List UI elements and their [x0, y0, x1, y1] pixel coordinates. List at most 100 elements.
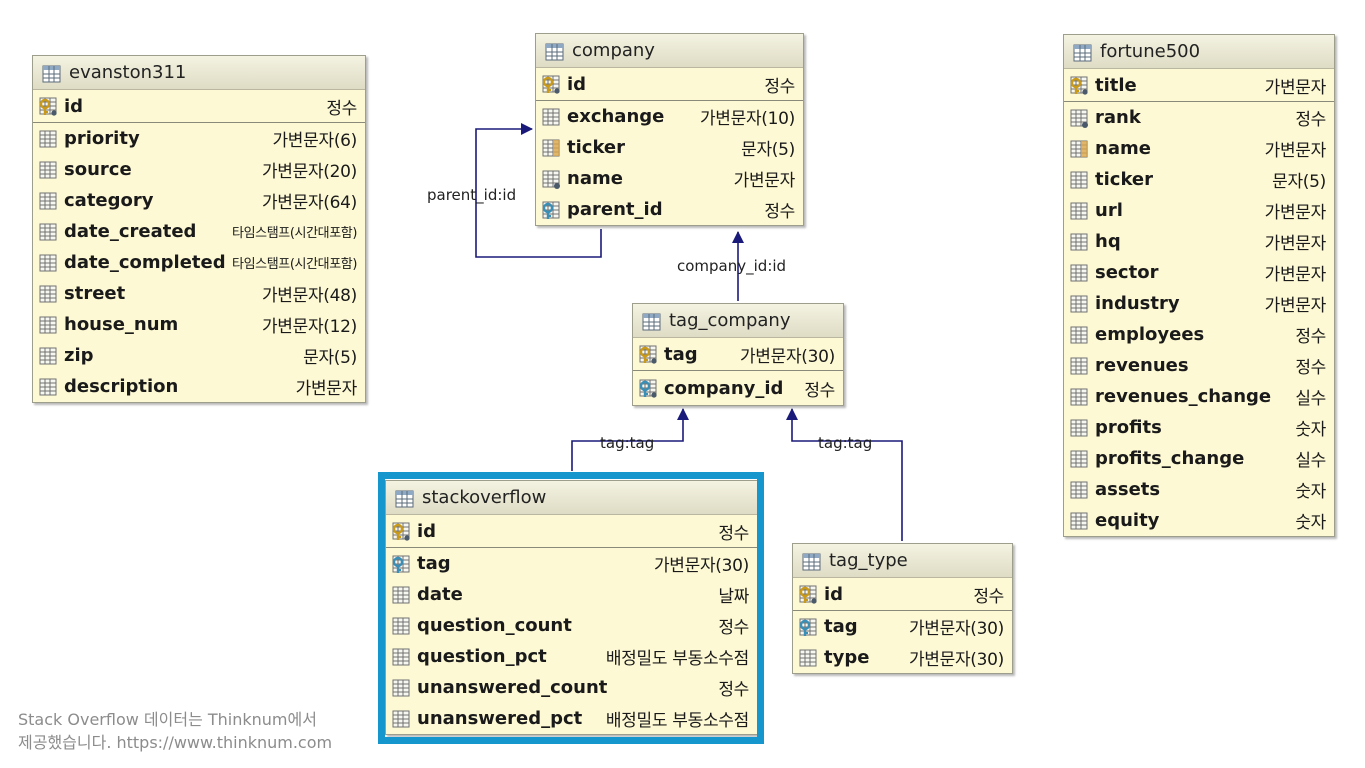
field-name: industry — [1095, 293, 1180, 314]
column-icon — [1069, 293, 1091, 315]
field-type: 가변문자(10) — [699, 109, 795, 129]
field-type: 가변문자 — [1264, 141, 1327, 161]
unique-column-icon — [1069, 138, 1091, 160]
column-icon — [38, 283, 60, 305]
field-name: ticker — [567, 137, 626, 158]
field-type: 숫자 — [1295, 482, 1326, 502]
column-icon — [38, 128, 60, 150]
field-type: 정수 — [764, 202, 795, 222]
footer-credit: Stack Overflow 데이터는 Thinknum에서 제공했습니다. h… — [18, 708, 332, 754]
table-title: fortune500 — [1100, 41, 1201, 62]
field-name: name — [1095, 138, 1151, 159]
field-type: 정수 — [804, 380, 835, 401]
column-icon — [1069, 417, 1091, 439]
field-name: exchange — [567, 106, 665, 127]
highlight-frame — [378, 472, 764, 744]
field-type: 가변문자 — [1264, 296, 1327, 316]
table-evanston311[interactable]: evanston311 id 정수 priority 가변문자(6) source 가… — [32, 55, 366, 403]
field-name: id — [824, 583, 844, 605]
column-icon — [1069, 231, 1091, 253]
tag-right-relation-label: tag:tag — [818, 434, 873, 452]
tagtype-tag-relation-line — [786, 408, 903, 541]
field-type: 숫자 — [1295, 513, 1326, 533]
table-icon — [641, 311, 663, 331]
field-name: house_num — [64, 314, 179, 335]
indexed-column-icon — [1069, 107, 1091, 129]
table-tag-type[interactable]: tag_type id 정수 tag 가변문자(30) type 가변문자(30) — [792, 543, 1013, 674]
field-name: equity — [1095, 510, 1160, 531]
foreign-key-icon — [541, 199, 563, 221]
primary-key-icon — [1069, 74, 1091, 96]
field-type: 가변문자 — [1264, 265, 1327, 285]
column-icon — [38, 221, 60, 243]
field-name: url — [1095, 200, 1123, 221]
column-icon — [1069, 262, 1091, 284]
column-icon — [1069, 479, 1091, 501]
footer-line-1: Stack Overflow 데이터는 Thinknum에서 — [18, 710, 317, 729]
field-name: date_completed — [64, 252, 226, 273]
column-icon — [38, 159, 60, 181]
field-type: 정수 — [1295, 327, 1326, 347]
field-name: sector — [1095, 262, 1159, 283]
column-icon — [1069, 386, 1091, 408]
field-type: 실수 — [1295, 451, 1326, 471]
field-type: 가변문자 — [733, 171, 796, 191]
column-icon — [1069, 169, 1091, 191]
unique-column-icon — [541, 137, 563, 159]
table-title: company — [572, 40, 655, 61]
column-icon — [1069, 448, 1091, 470]
field-name: company_id — [664, 377, 784, 399]
footer-line-2: 제공했습니다. https://www.thinknum.com — [18, 733, 333, 752]
table-icon — [41, 63, 63, 83]
field-name: title — [1095, 74, 1137, 96]
field-name: tag — [824, 616, 858, 637]
column-icon — [541, 106, 563, 128]
field-type: 가변문자(30) — [739, 346, 835, 367]
field-type: 문자(5) — [1272, 172, 1326, 192]
field-type: 가변문자 — [1264, 77, 1327, 98]
primary-key-icon — [798, 583, 820, 605]
column-icon — [1069, 355, 1091, 377]
column-icon — [38, 252, 60, 274]
field-name: type — [824, 647, 870, 668]
field-type: 문자(5) — [303, 348, 357, 368]
field-type: 정수 — [764, 76, 795, 97]
field-name: hq — [1095, 231, 1121, 252]
table-icon — [1072, 42, 1094, 62]
column-icon — [38, 376, 60, 398]
table-title: tag_company — [669, 310, 791, 331]
column-icon — [38, 314, 60, 336]
table-tag-company[interactable]: tag_company tag 가변문자(30) company_id 정수 — [632, 303, 844, 406]
primary-key-icon — [38, 95, 60, 117]
field-name: description — [64, 376, 179, 397]
table-company[interactable]: company id 정수 exchange 가변문자(10) ticker 문자(5… — [535, 33, 804, 226]
field-type: 정수 — [973, 586, 1004, 607]
field-type: 타임스탬프(시간대포함) — [232, 226, 357, 241]
field-name: zip — [64, 345, 94, 366]
field-type: 가변문자 — [1264, 203, 1327, 223]
field-name: profits — [1095, 417, 1162, 438]
field-type: 정수 — [1295, 358, 1326, 378]
field-type: 가변문자 — [1264, 234, 1327, 254]
column-icon — [1069, 200, 1091, 222]
primary-foreign-key-icon — [638, 377, 660, 399]
field-type: 가변문자(48) — [261, 286, 357, 306]
field-type: 정수 — [1295, 110, 1326, 130]
field-type: 가변문자(12) — [261, 317, 357, 337]
column-icon — [1069, 510, 1091, 532]
table-icon — [544, 41, 566, 61]
foreign-key-icon — [798, 616, 820, 638]
field-type: 실수 — [1295, 389, 1326, 409]
column-icon — [798, 647, 820, 669]
field-name: revenues — [1095, 355, 1189, 376]
field-type: 숫자 — [1295, 420, 1326, 440]
field-name: rank — [1095, 107, 1141, 128]
table-fortune500[interactable]: fortune500 title 가변문자 rank 정수 name 가변문자 tic… — [1063, 34, 1335, 537]
field-name: street — [64, 283, 126, 304]
field-type: 문자(5) — [741, 140, 795, 160]
indexed-column-icon — [541, 168, 563, 190]
field-name: parent_id — [567, 199, 663, 220]
column-icon — [1069, 324, 1091, 346]
table-title: evanston311 — [69, 62, 187, 83]
company-id-relation-label: company_id:id — [677, 257, 787, 275]
